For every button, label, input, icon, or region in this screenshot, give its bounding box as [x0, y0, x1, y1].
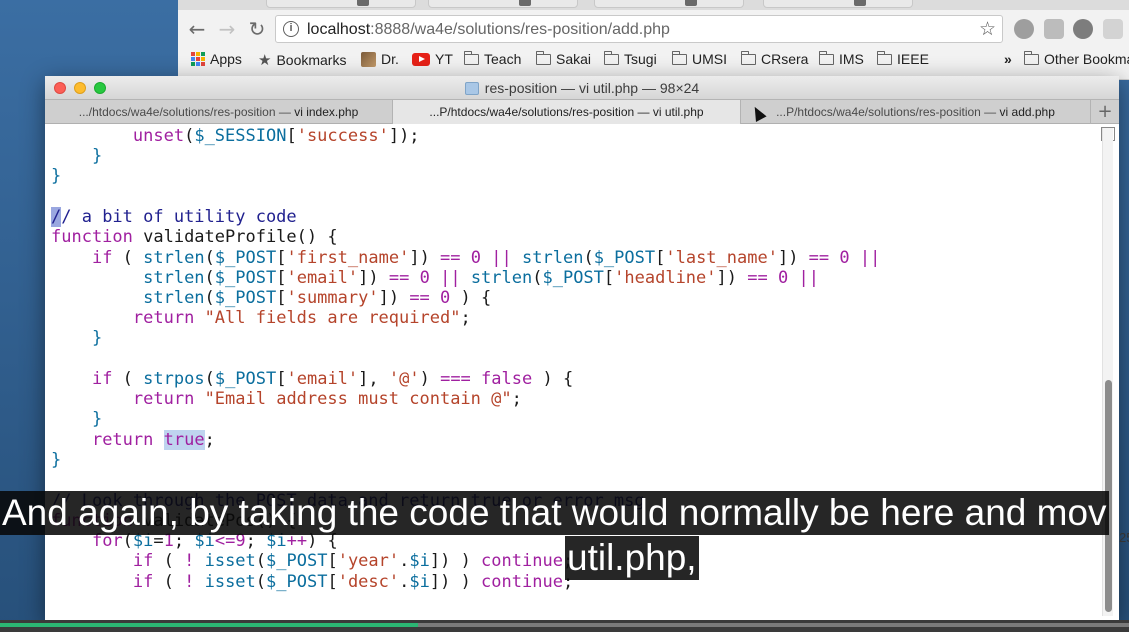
folder-icon [740, 50, 756, 65]
folder-icon [535, 50, 551, 65]
url-text[interactable]: localhost:8888/wa4e/solutions/res-positi… [307, 21, 670, 39]
window-title: res-position — vi util.php — 98×24 [45, 80, 1119, 96]
subtitle-line-2: util.php, [565, 536, 699, 580]
code-line: if ( ! isset($_POST['desc'.$i]) ) contin… [132, 572, 574, 592]
browser-tab[interactable] [763, 0, 913, 8]
code-line: if ( strlen($_POST['first_name']) == 0 |… [91, 248, 881, 268]
bookmark-sakai[interactable]: Sakai [535, 50, 591, 67]
extension-icon[interactable] [1103, 19, 1123, 39]
browser-window: ← → ↻ i localhost:8888/wa4e/solutions/re… [178, 0, 1129, 80]
address-bar[interactable]: i localhost:8888/wa4e/solutions/res-posi… [275, 15, 1003, 43]
terminal-tab-bar: .../htdocs/wa4e/solutions/res-position —… [45, 100, 1119, 124]
terminal-tab-index[interactable]: .../htdocs/wa4e/solutions/res-position —… [45, 100, 393, 124]
document-icon [464, 82, 479, 95]
vertical-scrollbar[interactable] [1102, 128, 1113, 616]
bookmark-ims[interactable]: IMS [818, 50, 864, 67]
info-icon[interactable]: i [283, 21, 299, 37]
reload-icon[interactable]: ↻ [244, 16, 270, 42]
folder-icon [603, 50, 619, 65]
bookmark-teach[interactable]: Teach [463, 50, 521, 67]
code-line: return true; [91, 430, 215, 450]
folder-icon [463, 50, 479, 65]
code-line: } [91, 328, 103, 348]
code-line: unset($_SESSION['success']); [132, 126, 420, 146]
code-line: } [51, 166, 62, 186]
bookmark-apps[interactable]: Apps [191, 51, 242, 67]
folder-icon [671, 50, 687, 65]
browser-toolbar: ← → ↻ i localhost:8888/wa4e/solutions/re… [178, 12, 1129, 46]
back-arrow-icon[interactable]: ← [184, 16, 210, 42]
code-line: if ( ! isset($_POST['year'.$i]) ) contin… [132, 551, 573, 571]
bookmark-crsera[interactable]: CRsera [740, 50, 808, 67]
browser-tab-strip [178, 0, 1129, 10]
code-line: } [51, 450, 62, 470]
bookmark-dr[interactable]: Dr. [361, 51, 399, 67]
terminal-titlebar[interactable]: res-position — vi util.php — 98×24 [45, 76, 1119, 100]
bookmarks-overflow-button[interactable]: » [1004, 51, 1012, 67]
code-line: function validateProfile() { [51, 227, 338, 247]
folder-icon [818, 50, 834, 65]
bookmarks-bar: Apps ★ Bookmarks Dr. YT Teach Sakai Tsug… [178, 46, 1129, 72]
folder-icon [1023, 50, 1039, 65]
avatar-icon [361, 51, 376, 67]
bookmark-ieee[interactable]: IEEE [876, 50, 929, 67]
bookmark-bookmarks[interactable]: ★ Bookmarks [258, 51, 346, 69]
bookmark-yt[interactable]: YT [412, 51, 453, 67]
browser-tab[interactable] [428, 0, 578, 8]
subtitle-line-1: And again, by taking the code that would… [0, 491, 1109, 535]
progress-fill [0, 623, 418, 627]
bookmark-umsi[interactable]: UMSI [671, 50, 727, 67]
extension-icon[interactable] [1044, 19, 1064, 39]
extension-icon[interactable] [1014, 19, 1034, 39]
bookmark-star-icon[interactable]: ☆ [979, 18, 996, 40]
code-line: strlen($_POST['summary']) == 0 ) { [143, 288, 492, 308]
code-line: // a bit of utility code [51, 207, 297, 227]
browser-tab[interactable] [266, 0, 416, 8]
terminal-tab-util[interactable]: ...P/htdocs/wa4e/solutions/res-position … [393, 100, 741, 124]
code-line: return "Email address must contain @"; [132, 389, 522, 409]
code-line: } [91, 409, 103, 429]
code-line: if ( strpos($_POST['email'], '@') === fa… [91, 369, 574, 389]
star-icon: ★ [258, 51, 272, 69]
forward-arrow-icon[interactable]: → [214, 16, 240, 42]
new-tab-button[interactable]: + [1091, 100, 1119, 124]
bookmark-other[interactable]: Other Bookma [1023, 50, 1129, 67]
video-progress-bar[interactable] [0, 620, 1129, 632]
edge-line-number: 25 [1119, 530, 1129, 545]
extension-icon[interactable] [1073, 19, 1093, 39]
code-line: } [91, 146, 103, 166]
terminal-tab-add[interactable]: ...P/htdocs/wa4e/solutions/res-position … [741, 100, 1091, 124]
browser-tab[interactable] [594, 0, 744, 8]
code-line: strlen($_POST['email']) == 0 || strlen($… [143, 268, 819, 288]
bookmark-tsugi[interactable]: Tsugi [603, 50, 657, 67]
folder-icon [876, 50, 892, 65]
apps-icon [191, 52, 205, 66]
code-line: return "All fields are required"; [132, 308, 471, 328]
youtube-icon [412, 52, 430, 66]
